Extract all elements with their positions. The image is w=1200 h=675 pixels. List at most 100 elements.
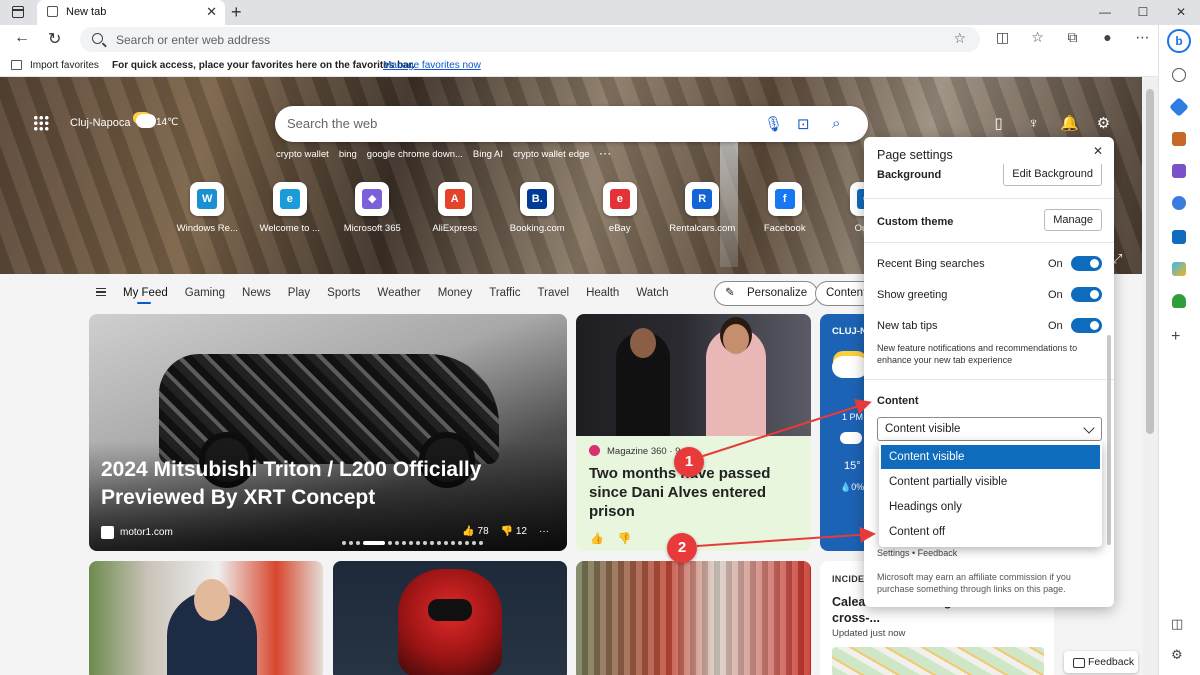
hero-article-card[interactable]: 2024 Mitsubishi Triton / L200 Officially…	[89, 314, 567, 551]
carousel-dot[interactable]	[437, 541, 441, 545]
maximize-button[interactable]: ☐	[1124, 0, 1162, 25]
carousel-dot[interactable]	[395, 541, 399, 545]
carousel-dot[interactable]	[465, 541, 469, 545]
favorites-icon[interactable]: ☆	[1025, 29, 1050, 46]
feed-tab-watch[interactable]: Watch	[636, 287, 668, 299]
page-scrollbar[interactable]	[1142, 77, 1158, 675]
carousel-dot[interactable]	[388, 541, 392, 545]
new-tab-button[interactable]: +	[231, 2, 242, 23]
quick-link[interactable]: R Rentalcars.com	[661, 182, 744, 234]
carousel-dot[interactable]	[409, 541, 413, 545]
quick-link[interactable]: ◆ Microsoft 365	[331, 182, 414, 234]
scrollbar-thumb[interactable]	[1146, 89, 1154, 434]
option-content-visible[interactable]: Content visible	[881, 445, 1100, 469]
sidebar-outlook-icon[interactable]	[1172, 230, 1186, 244]
option-headings-only[interactable]: Headings only	[881, 495, 1100, 519]
carousel-dots[interactable]	[342, 541, 483, 545]
import-favorites-button[interactable]: Import favorites	[30, 60, 99, 71]
web-search-input[interactable]	[287, 116, 737, 131]
suggestion-item[interactable]: Bing AI	[473, 149, 503, 160]
quick-link[interactable]: e eBay	[579, 182, 662, 234]
carousel-dot[interactable]	[349, 541, 353, 545]
sidebar-office-icon[interactable]	[1172, 196, 1186, 210]
carousel-dot[interactable]	[356, 541, 360, 545]
feed-tab-my-feed[interactable]: My Feed	[123, 287, 168, 304]
tab-close-icon[interactable]: ✕	[206, 4, 217, 20]
tab-new-tab[interactable]: New tab ✕	[37, 0, 225, 25]
microphone-icon[interactable]: 🎙	[764, 115, 783, 133]
minimize-button[interactable]: —	[1086, 0, 1124, 25]
edit-background-button[interactable]: Edit Background	[1003, 164, 1102, 186]
sidebar-tools-icon[interactable]	[1172, 132, 1186, 146]
tab-actions-icon[interactable]	[12, 6, 24, 18]
article-source[interactable]: motor1.com	[120, 527, 173, 538]
add-favorite-star-icon[interactable]: ☆	[953, 30, 966, 47]
like-icon[interactable]: 👍	[590, 532, 604, 545]
option-content-off[interactable]: Content off	[881, 520, 1100, 544]
quick-link[interactable]: e Welcome to ...	[249, 182, 332, 234]
weather-temperature[interactable]: 14℃	[156, 117, 178, 128]
sidebar-search-icon[interactable]	[1172, 68, 1186, 82]
sidebar-shopping-icon[interactable]	[1169, 97, 1189, 117]
article-card-dani-alves[interactable]: Magazine 360 · 9... Two months have pass…	[576, 314, 811, 551]
search-icon[interactable]: ⌕	[832, 115, 840, 132]
dislike-button[interactable]: 👎 12	[501, 526, 527, 537]
address-input[interactable]	[116, 31, 896, 48]
sidebar-drop-icon[interactable]	[1172, 262, 1186, 276]
carousel-dot[interactable]	[402, 541, 406, 545]
carousel-dot[interactable]	[444, 541, 448, 545]
suggestion-item[interactable]: crypto wallet edge	[513, 149, 590, 160]
carousel-dot[interactable]	[458, 541, 462, 545]
feed-tab-play[interactable]: Play	[288, 287, 310, 299]
sidebar-layout-icon[interactable]: ◫	[1171, 616, 1183, 632]
quick-link[interactable]: W Windows Re...	[166, 182, 249, 234]
web-search-box[interactable]: 🎙 ⊡ ⌕	[275, 106, 868, 142]
feed-tab-news[interactable]: News	[242, 287, 271, 299]
suggestion-item[interactable]: crypto wallet	[276, 149, 329, 160]
sidebar-settings-gear-icon[interactable]: ⚙	[1171, 647, 1183, 663]
quick-link[interactable]: f Facebook	[744, 182, 827, 234]
show-greeting-toggle[interactable]	[1071, 287, 1102, 302]
mobile-icon[interactable]: ▯	[990, 115, 1007, 132]
article-card-robot[interactable]	[333, 561, 567, 675]
carousel-dot[interactable]	[479, 541, 483, 545]
refresh-icon[interactable]: ↻	[48, 29, 61, 49]
like-button[interactable]: 👍 78	[462, 526, 488, 537]
more-options-icon[interactable]: ···	[539, 526, 549, 537]
close-icon[interactable]: ✕	[1093, 144, 1103, 158]
rewards-icon[interactable]: ♆	[1025, 115, 1042, 132]
suggestion-item[interactable]: bing	[339, 149, 357, 160]
carousel-dot[interactable]	[363, 541, 385, 545]
panel-scrollbar[interactable]	[1107, 335, 1111, 545]
manage-theme-button[interactable]: Manage	[1044, 209, 1102, 231]
option-content-partially-visible[interactable]: Content partially visible	[881, 470, 1100, 494]
app-launcher-icon[interactable]	[33, 115, 49, 131]
feed-tab-sports[interactable]: Sports	[327, 287, 360, 299]
carousel-dot[interactable]	[416, 541, 420, 545]
sidebar-games-icon[interactable]	[1172, 164, 1186, 178]
carousel-dot[interactable]	[423, 541, 427, 545]
address-bar[interactable]: ☆	[80, 27, 980, 52]
feed-tab-weather[interactable]: Weather	[377, 287, 420, 299]
weather-city[interactable]: Cluj-Napoca	[70, 117, 131, 129]
article-headline[interactable]: 2024 Mitsubishi Triton / L200 Officially…	[101, 456, 541, 512]
hamburger-menu-icon[interactable]	[96, 288, 106, 296]
content-visibility-select[interactable]: Content visible	[877, 417, 1102, 441]
quick-link[interactable]: A AliExpress	[414, 182, 497, 234]
carousel-dot[interactable]	[472, 541, 476, 545]
visual-search-icon[interactable]: ⊡	[797, 115, 810, 133]
quick-link[interactable]: B. Booking.com	[496, 182, 579, 234]
collections-icon[interactable]: ⧉	[1060, 29, 1085, 46]
manage-favorites-link[interactable]: Manage favorites now	[383, 60, 481, 71]
panel-footer-links[interactable]: Settings • Feedback	[877, 548, 957, 558]
copilot-icon[interactable]: b	[1167, 29, 1191, 53]
sidebar-tree-icon[interactable]	[1172, 294, 1186, 308]
feed-tab-travel[interactable]: Travel	[538, 287, 570, 299]
feed-tab-money[interactable]: Money	[438, 287, 473, 299]
notifications-bell-icon[interactable]: 🔔	[1060, 115, 1079, 132]
suggestion-item[interactable]: google chrome down...	[367, 149, 463, 160]
feed-tab-traffic[interactable]: Traffic	[489, 287, 520, 299]
carousel-dot[interactable]	[342, 541, 346, 545]
feed-tab-health[interactable]: Health	[586, 287, 619, 299]
new-tab-tips-toggle[interactable]	[1071, 318, 1102, 333]
